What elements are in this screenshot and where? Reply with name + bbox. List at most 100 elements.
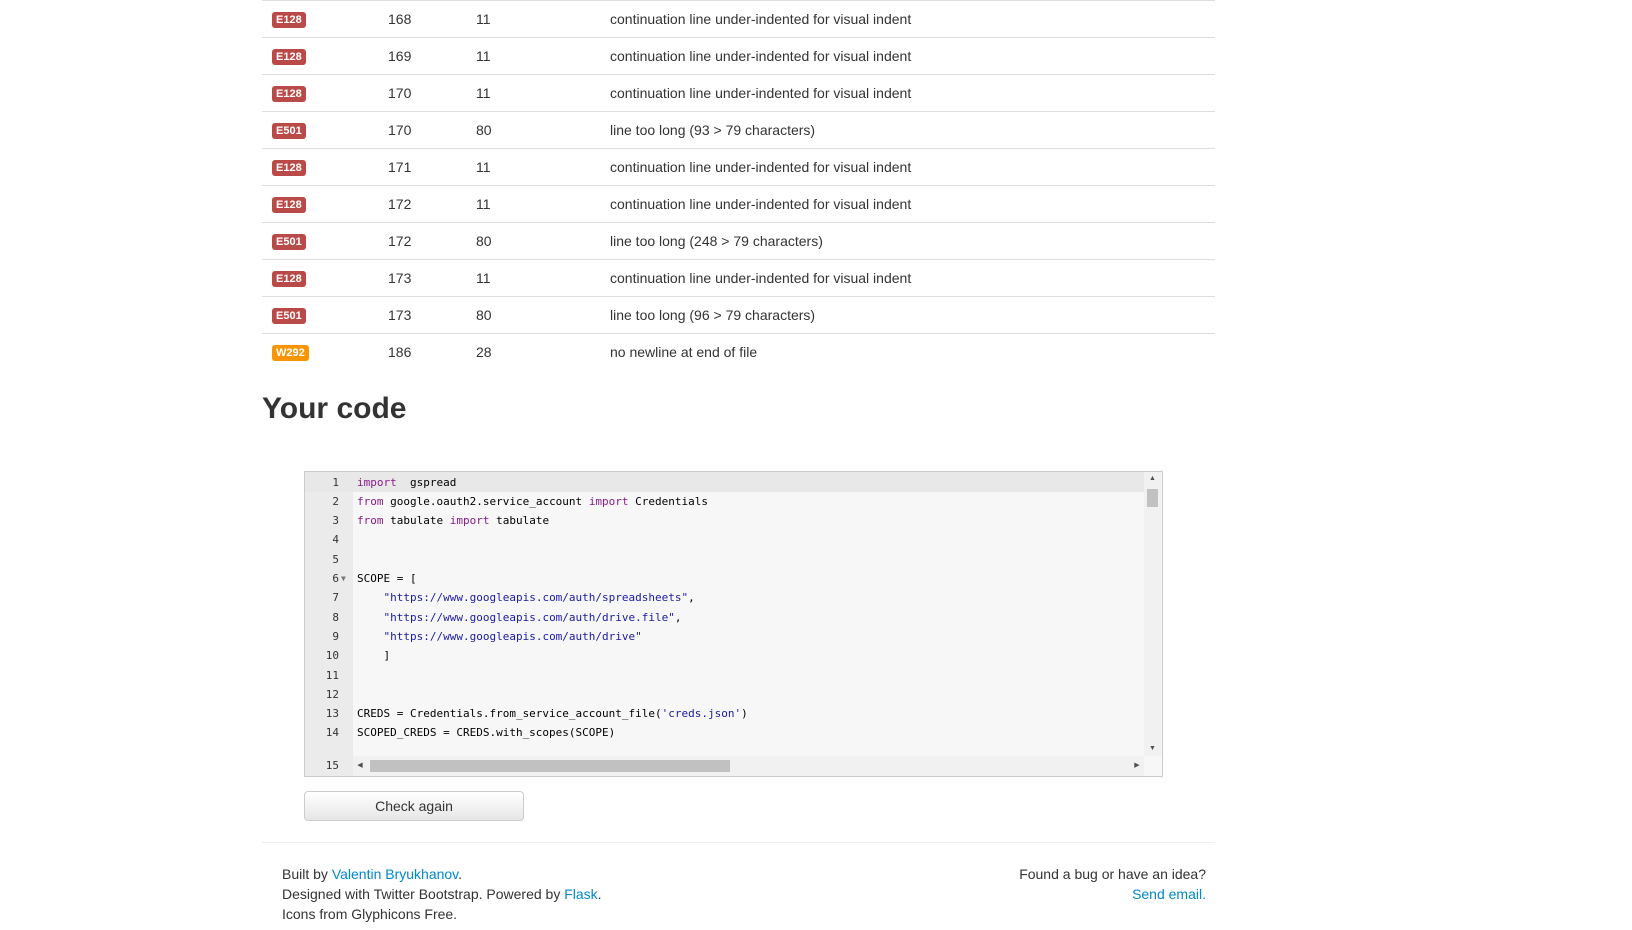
- error-code-cell: E501: [262, 222, 388, 260]
- error-code-cell: E128: [262, 148, 388, 186]
- message-cell: continuation line under-indented for vis…: [610, 185, 1215, 223]
- code-line[interactable]: 13 CREDS = Credentials.from_service_accou…: [305, 704, 1144, 724]
- fold-arrow-icon[interactable]: ▼: [341, 569, 346, 589]
- author-link[interactable]: Valentin Bryukhanov: [332, 866, 458, 882]
- message-cell: line too long (248 > 79 characters): [610, 222, 1215, 260]
- line-number: 4: [332, 533, 339, 547]
- line-cell: 172: [388, 185, 476, 223]
- column-cell: 11: [476, 0, 610, 38]
- column-cell: 28: [476, 333, 610, 370]
- results-table: E128 168 11 continuation line under-indente…: [262, 0, 1215, 370]
- table-row: E501 173 80 line too long (96 > 79 characte…: [262, 296, 1215, 334]
- built-by-text: Built by: [282, 866, 332, 882]
- column-cell: 80: [476, 222, 610, 260]
- table-row: W292 186 28 no newline at end of file: [262, 333, 1215, 370]
- line-number: 14: [325, 726, 339, 740]
- message-cell: line too long (93 > 79 characters): [610, 111, 1215, 149]
- code-line[interactable]: 2 from google.oauth2.service_account impo…: [305, 492, 1144, 512]
- table-row: E128 173 11 continuation line under-indente…: [262, 259, 1215, 297]
- error-code-badge: E128: [272, 49, 306, 65]
- code-line[interactable]: 14 SCOPED_CREDS = CREDS.with_scopes(SCOPE…: [305, 723, 1144, 743]
- error-code-badge: E128: [272, 86, 306, 102]
- code-token: ]: [357, 649, 391, 663]
- triangle-down-icon[interactable]: ▼: [1144, 742, 1161, 756]
- table-row: E501 172 80 line too long (248 > 79 charact…: [262, 222, 1215, 260]
- footer-divider: [262, 842, 1215, 843]
- code-text: from tabulate import tabulate: [357, 511, 549, 531]
- error-code-badge: W292: [272, 345, 309, 361]
- code-line[interactable]: 9 "https://www.googleapis.com/auth/drive…: [305, 627, 1144, 647]
- code-line[interactable]: 6 ▼ SCOPE = [: [305, 569, 1144, 589]
- code-token: ,: [688, 591, 695, 605]
- keyword-token: import: [588, 494, 629, 508]
- error-code-cell: E128: [262, 259, 388, 297]
- code-text: SCOPE = [: [357, 569, 417, 589]
- message-cell: continuation line under-indented for vis…: [610, 259, 1215, 297]
- code-token: ,: [674, 610, 682, 624]
- code-line[interactable]: 10 ]: [305, 646, 1144, 666]
- line-number: 10: [325, 649, 339, 663]
- error-code-badge: E128: [272, 197, 306, 213]
- code-line[interactable]: 1 import gspread: [305, 473, 1144, 493]
- designed-suffix: .: [597, 886, 602, 902]
- vertical-scrollbar[interactable]: ▲ ▼: [1144, 472, 1161, 756]
- message-cell: continuation line under-indented for vis…: [610, 37, 1215, 75]
- message-cell: line too long (96 > 79 characters): [610, 296, 1215, 334]
- error-code-cell: E128: [262, 37, 388, 75]
- error-code-badge: E128: [272, 12, 306, 28]
- string-token: 'creds.json': [661, 707, 742, 721]
- line-cell: 170: [388, 111, 476, 149]
- string-token: "https://www.googleapis.com/auth/spreads…: [383, 591, 689, 605]
- code-token: Credentials: [628, 494, 709, 508]
- code-text: SCOPED_CREDS = CREDS.with_scopes(SCOPE): [357, 723, 615, 743]
- line-cell: 168: [388, 0, 476, 38]
- code-line[interactable]: 7 "https://www.googleapis.com/auth/sprea…: [305, 588, 1144, 608]
- error-code-cell: E128: [262, 185, 388, 223]
- flask-link[interactable]: Flask: [564, 886, 597, 902]
- error-code-badge: E128: [272, 160, 306, 176]
- footer-credits: Built by Valentin Bryukhanov. Designed w…: [282, 864, 602, 924]
- line-number: 11: [325, 668, 339, 682]
- send-email-link[interactable]: Send email.: [1132, 886, 1206, 902]
- code-editor[interactable]: 1 import gspread 2 from google.oauth2.servi…: [304, 471, 1163, 777]
- code-token: gspread: [396, 475, 457, 489]
- keyword-token: import: [449, 514, 490, 528]
- column-cell: 11: [476, 148, 610, 186]
- column-cell: 11: [476, 74, 610, 112]
- triangle-left-icon[interactable]: ◀: [353, 756, 367, 776]
- line-cell: 173: [388, 259, 476, 297]
- code-text: CREDS = Credentials.from_service_account…: [357, 704, 748, 724]
- check-again-button[interactable]: Check again: [304, 791, 524, 821]
- vertical-scroll-thumb[interactable]: [1147, 489, 1158, 507]
- line-cell: 170: [388, 74, 476, 112]
- line-cell: 186: [388, 333, 476, 370]
- editor-gutter-partial: 15: [305, 756, 353, 776]
- line-number: 12: [325, 687, 339, 701]
- line-number: 15: [325, 759, 339, 772]
- your-code-heading: Your code: [262, 392, 407, 425]
- code-line[interactable]: 11: [305, 666, 1144, 686]
- column-cell: 11: [476, 185, 610, 223]
- designed-line: Designed with Twitter Bootstrap. Powered…: [282, 884, 602, 904]
- triangle-right-icon[interactable]: ▶: [1130, 756, 1144, 776]
- code-line[interactable]: 5: [305, 550, 1144, 570]
- table-row: E128 171 11 continuation line under-indente…: [262, 148, 1215, 186]
- code-token: tabulate: [489, 514, 550, 528]
- triangle-up-icon[interactable]: ▲: [1144, 472, 1161, 486]
- error-code-cell: E501: [262, 111, 388, 149]
- code-token: SCOPED_CREDS = CREDS.with_scopes(SCOPE): [357, 726, 616, 740]
- code-line[interactable]: 3 from tabulate import tabulate: [305, 511, 1144, 531]
- line-number: 1: [332, 475, 339, 489]
- line-number: 9: [332, 629, 339, 643]
- code-text: "https://www.googleapis.com/auth/drive": [357, 627, 642, 647]
- horizontal-scrollbar[interactable]: ◀ ▶: [353, 756, 1144, 776]
- horizontal-scroll-thumb[interactable]: [370, 760, 730, 772]
- message-cell: continuation line under-indented for vis…: [610, 0, 1215, 38]
- table-row: E128 172 11 continuation line under-indente…: [262, 185, 1215, 223]
- code-line[interactable]: 12: [305, 685, 1144, 705]
- code-line[interactable]: 4: [305, 530, 1144, 550]
- icons-credit: Icons from Glyphicons Free.: [282, 906, 458, 922]
- code-line[interactable]: 8 "https://www.googleapis.com/auth/drive…: [305, 608, 1144, 628]
